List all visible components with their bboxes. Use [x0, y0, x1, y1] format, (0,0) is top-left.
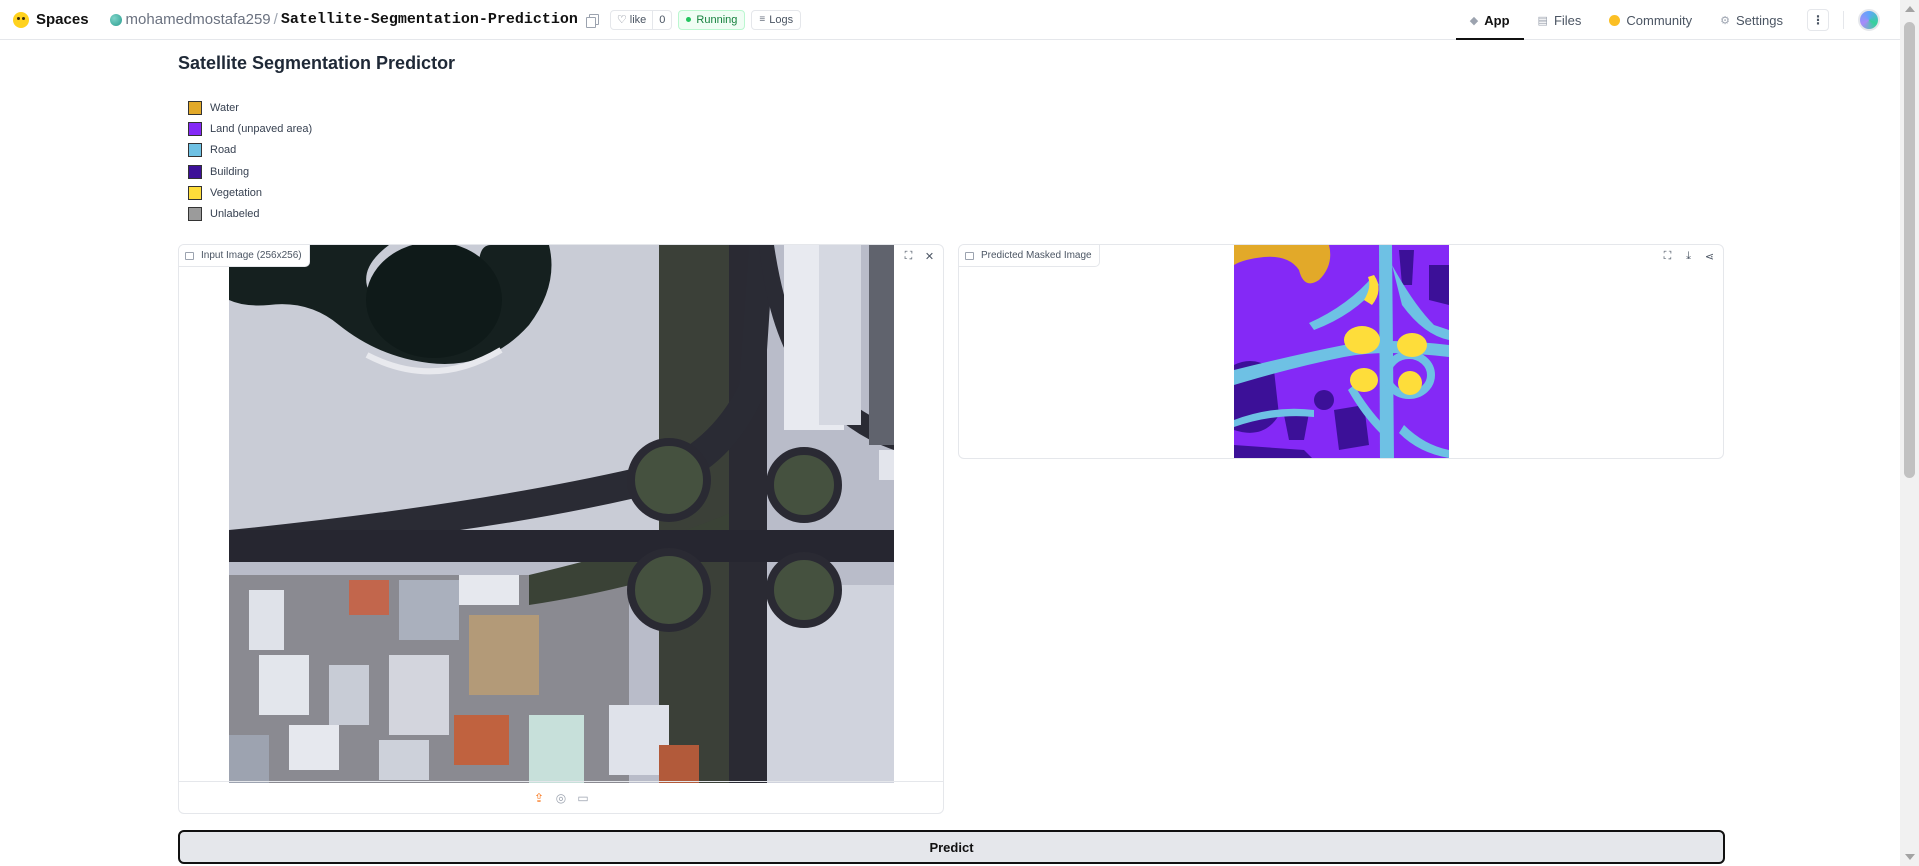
top-bar: Spaces mohamedmostafa259 / Satellite-Seg… — [0, 0, 1900, 40]
predict-button[interactable]: Predict — [178, 830, 1725, 864]
output-panel-tools: ⛶ ⤓ ⋖ — [1656, 248, 1719, 265]
status-label: Running — [696, 13, 738, 26]
page-scrollbar[interactable] — [1900, 0, 1919, 866]
spaces-brand-label: Spaces — [36, 11, 89, 28]
breadcrumb-separator: / — [273, 11, 278, 28]
like-count[interactable]: 0 — [653, 14, 671, 26]
breadcrumb-spacer — [99, 13, 100, 27]
tab-community-label: Community — [1626, 12, 1693, 28]
gear-icon: ⚙ — [1720, 14, 1731, 27]
legend-item: Unlabeled — [188, 203, 312, 224]
tab-files-label: Files — [1553, 12, 1582, 28]
predicted-mask-image[interactable] — [1234, 245, 1449, 459]
legend-swatch — [188, 207, 202, 222]
image-icon — [185, 251, 194, 260]
fullscreen-icon[interactable]: ⛶ — [899, 248, 918, 265]
image-source-toolbar: ⇪ ◎ ▭ — [179, 781, 943, 813]
input-satellite-image[interactable] — [229, 245, 894, 783]
page-title: Satellite Segmentation Predictor — [178, 53, 456, 73]
tab-community[interactable]: Community — [1595, 0, 1706, 40]
heart-icon: ♡ — [616, 14, 627, 26]
legend-label: Unlabeled — [210, 208, 260, 221]
files-icon: ▤ — [1537, 14, 1548, 27]
more-options-button[interactable]: ⋮ — [1807, 9, 1829, 31]
legend-item: Land (unpaved area) — [188, 118, 312, 139]
tab-files[interactable]: ▤ Files — [1524, 0, 1596, 40]
tab-app[interactable]: ◆ App — [1455, 0, 1524, 40]
predicted-image-panel: Predicted Masked Image ⛶ ⤓ ⋖ — [958, 244, 1724, 459]
app-icon: ◆ — [1469, 14, 1479, 27]
scroll-down-arrow-icon[interactable] — [1905, 854, 1915, 860]
space-nav: ◆ App ▤ Files Community ⚙ Settings ⋮ — [1455, 0, 1880, 40]
download-icon[interactable]: ⤓ — [1679, 248, 1698, 265]
tab-settings[interactable]: ⚙ Settings — [1706, 0, 1797, 40]
input-image-panel: Input Image (256x256) ⛶ ✕ ⇪ ◎ ▭ — [178, 244, 944, 814]
tab-app-label: App — [1484, 12, 1510, 28]
like-button[interactable]: ♡ like — [611, 10, 654, 29]
legend-label: Building — [210, 165, 250, 178]
predicted-image-label: Predicted Masked Image — [981, 250, 1092, 261]
community-icon — [1609, 14, 1621, 26]
legend-label: Vegetation — [210, 186, 262, 199]
logs-label: Logs — [769, 13, 794, 26]
legend-swatch — [188, 121, 202, 136]
input-image-label-tab: Input Image (256x256) — [179, 245, 310, 267]
nav-divider — [1843, 11, 1844, 29]
predicted-image-label-tab: Predicted Masked Image — [959, 245, 1100, 267]
class-legend: Water Land (unpaved area) Road Building Vege… — [188, 97, 312, 225]
share-icon[interactable]: ⋖ — [1700, 248, 1719, 265]
legend-item: Building — [188, 161, 312, 182]
fullscreen-icon[interactable]: ⛶ — [1658, 248, 1677, 265]
legend-label: Land (unpaved area) — [210, 122, 313, 135]
like-label: like — [629, 13, 647, 26]
hugging-face-logo-icon — [13, 11, 29, 28]
clipboard-icon[interactable]: ▭ — [575, 790, 591, 806]
logs-icon: ≡ — [759, 14, 766, 25]
user-avatar[interactable] — [1858, 9, 1880, 31]
scroll-thumb[interactable] — [1904, 22, 1915, 478]
close-icon[interactable]: ✕ — [920, 248, 939, 265]
legend-item: Road — [188, 140, 312, 161]
input-panel-tools: ⛶ ✕ — [897, 248, 939, 265]
image-icon — [965, 251, 974, 260]
like-widget: ♡ like 0 — [609, 9, 673, 30]
legend-swatch — [188, 143, 202, 158]
owner-avatar-icon — [109, 13, 122, 26]
legend-item: Vegetation — [188, 182, 312, 203]
legend-swatch — [188, 100, 202, 115]
status-dot-icon — [686, 17, 692, 22]
legend-label: Road — [210, 144, 237, 157]
repo-name-link[interactable]: Satellite-Segmentation-Prediction — [281, 11, 578, 28]
tab-settings-label: Settings — [1736, 12, 1783, 28]
upload-icon[interactable]: ⇪ — [531, 790, 547, 806]
spaces-home-link[interactable]: Spaces — [13, 11, 89, 28]
scroll-up-arrow-icon[interactable] — [1905, 6, 1915, 12]
logs-button[interactable]: ≡ Logs — [751, 9, 802, 30]
owner-link[interactable]: mohamedmostafa259 — [126, 11, 271, 28]
legend-swatch — [188, 185, 202, 200]
legend-swatch — [188, 164, 202, 179]
legend-label: Water — [210, 101, 239, 114]
copy-icon[interactable] — [585, 13, 599, 28]
legend-item: Water — [188, 97, 312, 118]
input-image-label: Input Image (256x256) — [201, 250, 302, 261]
webcam-icon[interactable]: ◎ — [553, 790, 569, 806]
status-badge[interactable]: Running — [678, 9, 746, 30]
